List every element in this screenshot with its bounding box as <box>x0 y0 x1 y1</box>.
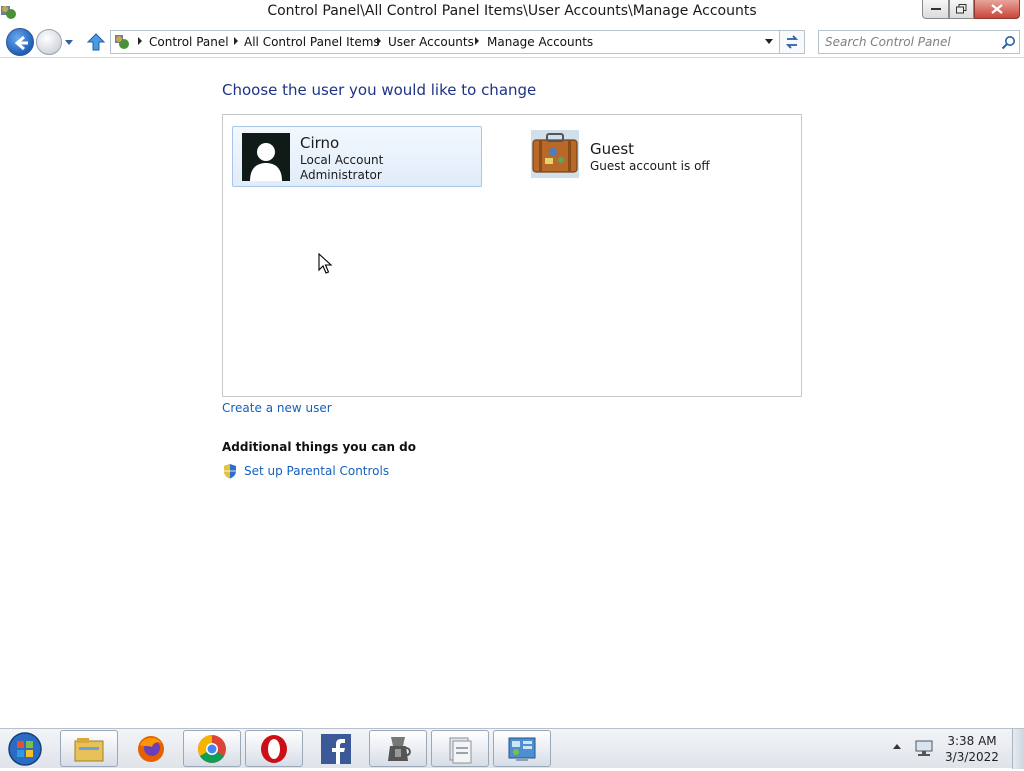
breadcrumb-all-items[interactable]: All Control Panel Items <box>244 35 380 49</box>
restore-icon <box>956 4 967 14</box>
start-button[interactable] <box>4 731 46 767</box>
taskbar-documents[interactable] <box>431 730 489 767</box>
title-bar: Control Panel\All Control Panel Items\Us… <box>0 0 1024 26</box>
search-box[interactable] <box>818 30 1020 54</box>
address-dropdown-icon[interactable] <box>765 39 773 44</box>
refresh-icon <box>785 35 799 49</box>
minimize-icon <box>930 8 941 10</box>
shield-icon <box>224 464 236 479</box>
breadcrumb-separator[interactable] <box>475 37 479 45</box>
account-name: Guest <box>590 140 635 158</box>
taskbar-explorer[interactable] <box>60 730 118 767</box>
search-input[interactable] <box>825 34 995 50</box>
breadcrumb-separator[interactable] <box>377 37 381 45</box>
close-button[interactable] <box>974 0 1020 19</box>
facebook-icon <box>321 733 351 764</box>
navigation-bar: Control Panel All Control Panel Items Us… <box>0 26 1024 58</box>
control-panel-icon <box>508 737 536 761</box>
breadcrumb-separator[interactable] <box>138 37 142 45</box>
coffee-maker-icon <box>388 736 411 761</box>
account-tile-cirno[interactable]: Cirno Local Account Administrator <box>232 126 482 187</box>
documents-icon <box>449 737 472 763</box>
taskbar: 3:38 AM 3/3/2022 <box>0 728 1024 769</box>
account-role: Administrator <box>300 168 382 182</box>
taskbar-chrome[interactable] <box>183 730 241 767</box>
window-title: Control Panel\All Control Panel Items\Us… <box>267 3 757 19</box>
network-icon[interactable] <box>914 739 934 757</box>
chrome-icon <box>198 734 226 763</box>
accounts-list: Cirno Local Account Administrator Guest … <box>222 114 802 397</box>
breadcrumb-manage-accounts[interactable]: Manage Accounts <box>487 35 593 49</box>
clock-time[interactable]: 3:38 AM <box>940 734 1004 748</box>
minimize-button[interactable] <box>922 0 949 19</box>
taskbar-opera[interactable] <box>245 730 303 767</box>
show-desktop-button[interactable] <box>1012 729 1024 769</box>
close-icon <box>991 4 1003 14</box>
history-dropdown-icon[interactable] <box>63 36 75 48</box>
user-silhouette-icon <box>242 133 290 181</box>
opera-icon <box>261 734 287 763</box>
account-name: Cirno <box>300 134 340 152</box>
breadcrumb-separator[interactable] <box>234 37 238 45</box>
taskbar-coffee-app[interactable] <box>369 730 427 767</box>
account-type: Local Account <box>300 153 384 167</box>
suitcase-icon <box>531 130 579 178</box>
breadcrumb-control-panel[interactable]: Control Panel <box>149 35 229 49</box>
account-tile-guest[interactable]: Guest Guest account is off <box>529 126 779 187</box>
page-title: Choose the user you would like to change <box>222 81 537 99</box>
mouse-cursor-icon <box>318 253 333 274</box>
taskbar-facebook[interactable] <box>307 730 365 767</box>
taskbar-control-panel[interactable] <box>493 730 551 767</box>
up-arrow-icon[interactable] <box>86 32 106 52</box>
firefox-icon <box>138 735 164 762</box>
refresh-button[interactable] <box>780 30 805 54</box>
search-icon[interactable] <box>1001 35 1016 50</box>
breadcrumb-user-accounts[interactable]: User Accounts <box>388 35 474 49</box>
back-arrow-icon <box>14 35 28 51</box>
restore-button[interactable] <box>949 0 974 19</box>
clock-date[interactable]: 3/3/2022 <box>940 750 1004 764</box>
taskbar-firefox[interactable] <box>122 730 180 767</box>
file-explorer-icon <box>74 737 104 761</box>
control-panel-icon <box>115 35 129 49</box>
back-button[interactable] <box>6 28 34 56</box>
show-hidden-icons-button[interactable] <box>893 744 901 749</box>
parental-controls-link[interactable]: Set up Parental Controls <box>244 464 389 478</box>
windows-logo-icon <box>8 732 42 766</box>
forward-button[interactable] <box>36 29 62 55</box>
address-bar[interactable]: Control Panel All Control Panel Items Us… <box>110 30 780 54</box>
create-new-user-link[interactable]: Create a new user <box>222 401 332 415</box>
additional-tasks-heading: Additional things you can do <box>222 440 417 454</box>
account-status: Guest account is off <box>590 159 710 173</box>
